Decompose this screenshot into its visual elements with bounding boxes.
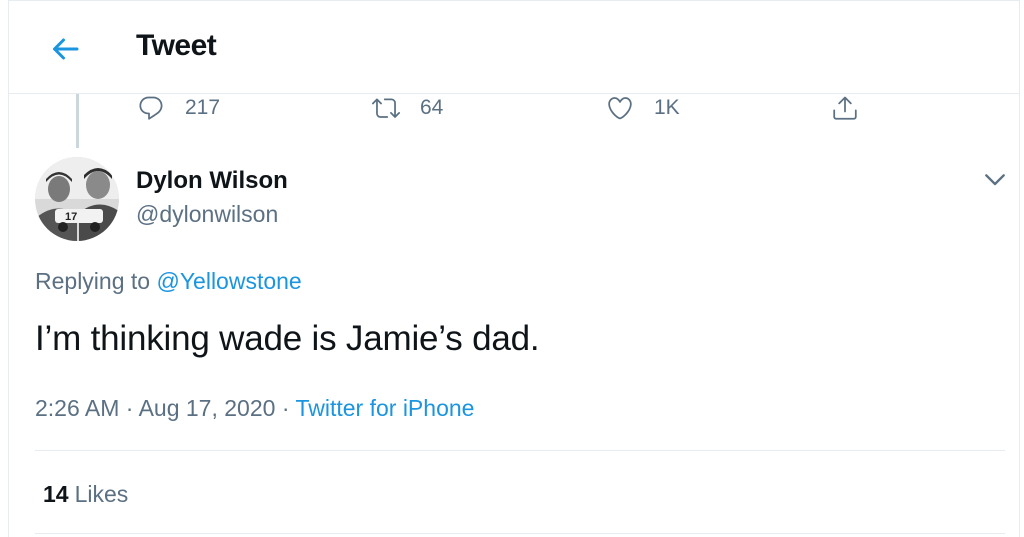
retweet-button[interactable]: 64	[372, 94, 443, 122]
tweet-page: Tweet 217 64 1K 17 Dylon Wilson @dylonwi…	[8, 0, 1020, 537]
tweet-options-button[interactable]	[981, 165, 1009, 193]
back-button[interactable]	[47, 31, 83, 67]
parent-tweet-actions: 217 64 1K	[9, 94, 1019, 124]
divider	[35, 450, 1005, 451]
tweet-text: I’m thinking wade is Jamie’s dad.	[35, 319, 540, 358]
retweet-count: 64	[420, 96, 444, 119]
likes-label: Likes	[74, 481, 129, 507]
author-name[interactable]: Dylon Wilson	[136, 167, 288, 195]
meta-separator: ·	[125, 395, 134, 421]
page-title: Tweet	[136, 29, 217, 62]
back-arrow-icon	[53, 38, 79, 60]
reply-button[interactable]: 217	[137, 94, 220, 122]
like-icon	[608, 97, 632, 120]
retweet-icon	[372, 98, 400, 118]
page-header: Tweet	[9, 1, 1019, 94]
tweet-date[interactable]: Aug 17, 2020	[139, 395, 276, 421]
share-icon	[833, 96, 857, 120]
replying-prefix: Replying to	[35, 268, 151, 294]
reply-count: 217	[185, 96, 221, 119]
divider	[35, 533, 1005, 534]
tweet-source-link[interactable]: Twitter for iPhone	[295, 395, 474, 421]
tweet-meta: 2:26 AM · Aug 17, 2020 · Twitter for iPh…	[35, 395, 474, 422]
reply-icon	[139, 96, 163, 120]
avatar-photo: 17	[35, 157, 119, 241]
replying-to-link[interactable]: @Yellowstone	[156, 268, 301, 294]
avatar[interactable]: 17	[35, 157, 119, 241]
svg-text:17: 17	[65, 211, 77, 223]
chevron-down-icon	[985, 174, 1005, 186]
like-button[interactable]: 1K	[606, 94, 680, 122]
author-handle[interactable]: @dylonwilson	[136, 201, 278, 228]
likes-count: 14	[43, 481, 69, 507]
likes-stat[interactable]: 14 Likes	[43, 481, 128, 508]
replying-to-line: Replying to @Yellowstone	[35, 268, 302, 295]
like-count: 1K	[654, 96, 680, 119]
meta-separator: ·	[281, 395, 290, 421]
share-button[interactable]	[831, 94, 859, 122]
tweet-time[interactable]: 2:26 AM	[35, 395, 119, 421]
